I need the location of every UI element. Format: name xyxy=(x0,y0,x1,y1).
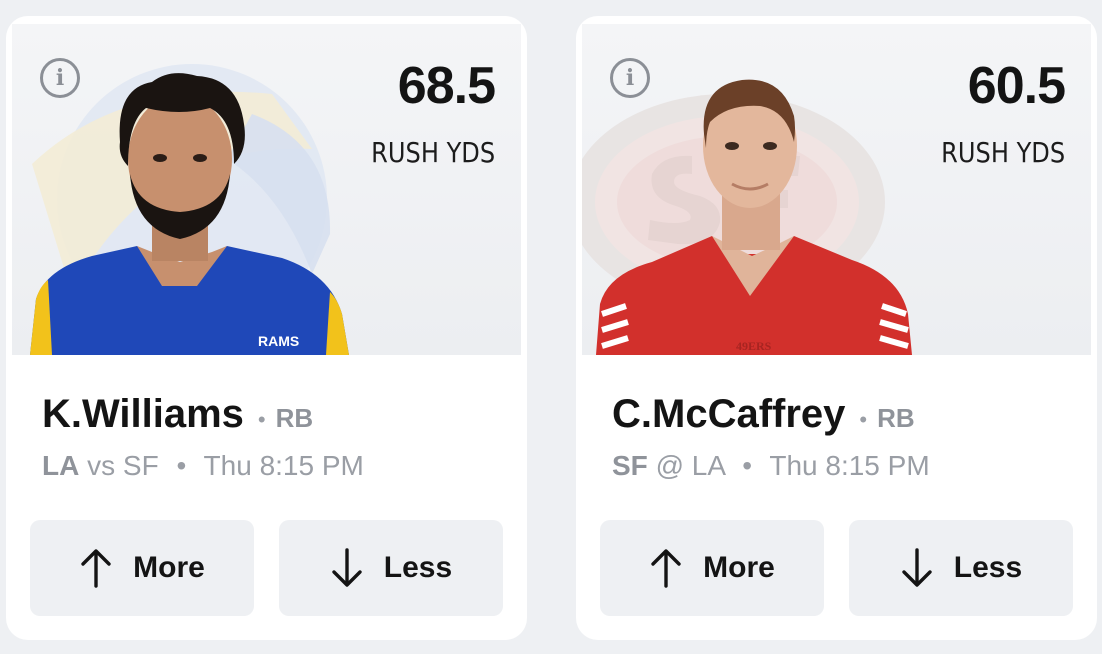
arrow-down-icon xyxy=(902,548,932,587)
player-position: RB xyxy=(877,403,915,433)
game-time: Thu 8:15 PM xyxy=(769,450,930,481)
opponent-text: @ LA xyxy=(655,450,725,481)
team-abbrev: LA xyxy=(42,450,80,481)
stat-label: RUSH YDS xyxy=(371,136,495,169)
player-card[interactable]: RAMS i 68.5 RUSH YDS K.Williams • RB LA … xyxy=(6,16,527,640)
game-matchup: SF @ LA • Thu 8:15 PM xyxy=(612,450,930,482)
more-label: More xyxy=(133,551,205,584)
separator-dot: • xyxy=(859,407,868,432)
player-name: K.Williams xyxy=(42,392,244,436)
player-row: K.Williams • RB xyxy=(42,392,313,437)
player-name: C.McCaffrey xyxy=(612,392,846,436)
less-button[interactable]: Less xyxy=(279,520,503,616)
more-label: More xyxy=(703,551,775,584)
more-button[interactable]: More xyxy=(600,520,824,616)
jersey-wordmark: 49ERS xyxy=(736,339,772,353)
info-icon[interactable]: i xyxy=(610,58,650,98)
player-position: RB xyxy=(275,403,314,433)
arrow-up-icon xyxy=(651,549,681,588)
arrow-down-icon xyxy=(332,548,362,587)
less-button[interactable]: Less xyxy=(849,520,1073,616)
less-label: Less xyxy=(953,551,1023,584)
less-label: Less xyxy=(383,551,453,584)
team-abbrev: SF xyxy=(612,450,648,481)
line-value: 60.5 xyxy=(967,57,1066,115)
opponent-text: vs SF xyxy=(87,450,159,481)
arrow-up-icon xyxy=(81,549,111,588)
info-icon[interactable]: i xyxy=(40,58,80,98)
player-row: C.McCaffrey • RB xyxy=(612,392,915,437)
player-card[interactable]: 49ERS i 60.5 RUSH YDS C.McCaffrey • RB S… xyxy=(576,16,1097,640)
line-value: 68.5 xyxy=(397,57,496,115)
jersey-wordmark: RAMS xyxy=(258,333,299,349)
game-time: Thu 8:15 PM xyxy=(203,450,364,481)
separator-dot: • xyxy=(257,407,266,432)
stat-label: RUSH YDS xyxy=(941,136,1065,169)
separator-dot: • xyxy=(176,450,187,481)
more-button[interactable]: More xyxy=(30,520,254,616)
game-matchup: LA vs SF • Thu 8:15 PM xyxy=(42,450,364,482)
separator-dot: • xyxy=(742,450,753,481)
